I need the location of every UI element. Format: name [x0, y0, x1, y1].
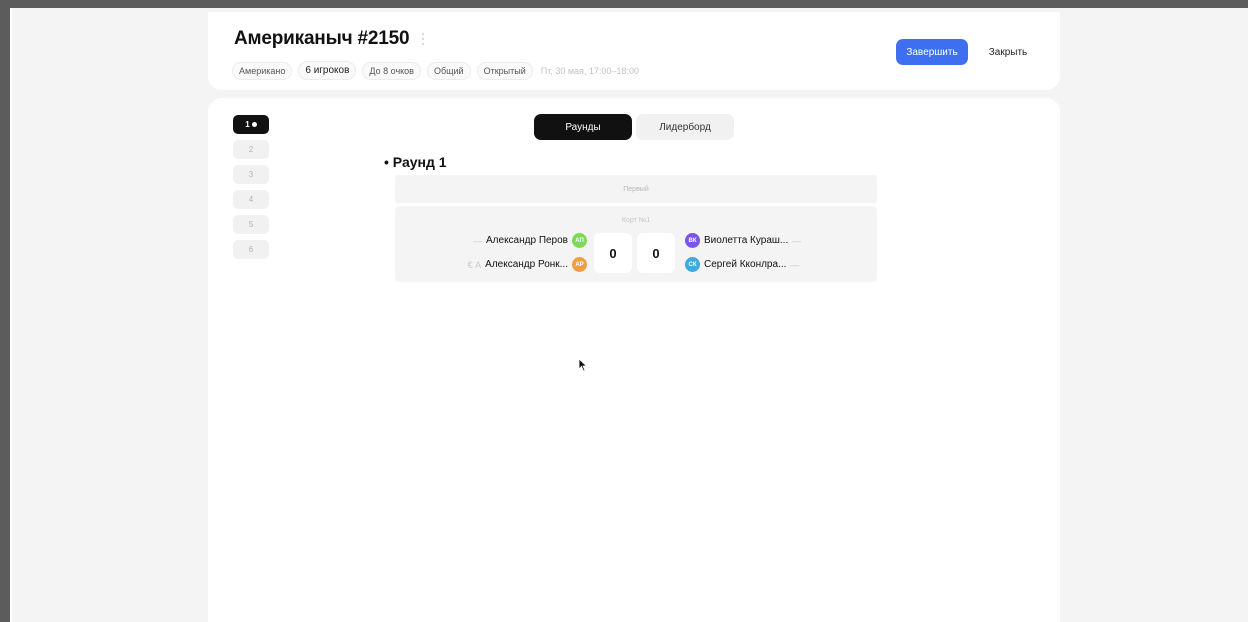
player-row[interactable]: — Александр Перов АП [473, 233, 587, 248]
player-row[interactable]: ВК Виолетта Кураш... — [685, 233, 801, 248]
round-nav: 1 2 3 4 5 6 [233, 115, 269, 259]
chip-type: Общий [426, 61, 471, 80]
avatar: АР [572, 257, 587, 272]
match-card: Корт №1 — Александр Перов АП € А Алексан… [395, 206, 877, 282]
round-button-6[interactable]: 6 [233, 240, 269, 259]
game-chips: Американо 6 игроков До 8 очков Общий Отк… [232, 61, 639, 80]
player-row[interactable]: € А Александр Ронк... АР [468, 257, 587, 272]
team-b: ВК Виолетта Кураш... — СК Сергей Кконлра… [685, 233, 801, 272]
player-mark: — [790, 259, 800, 270]
round-number: 1 [245, 120, 250, 129]
team-a: — Александр Перов АП € А Александр Ронк.… [468, 233, 587, 272]
round-title: • Раунд 1 [384, 154, 447, 170]
player-name: Виолетта Кураш... [704, 235, 789, 246]
player-row[interactable]: СК Сергей Кконлра... — [685, 257, 799, 272]
game-date: Пт, 30 мая, 17:00–18:00 [540, 65, 639, 76]
player-mark: € А [467, 259, 482, 270]
game-header: Американыч #2150 Американо 6 игроков До … [208, 12, 1060, 90]
score-team-b[interactable]: 0 [637, 233, 675, 273]
round-button-3[interactable]: 3 [233, 165, 269, 184]
chip-players: 6 игроков [298, 61, 357, 80]
finish-button[interactable]: Завершить [896, 39, 968, 65]
chip-points: До 8 очков [362, 61, 421, 80]
page-title: Американыч #2150 [234, 28, 410, 49]
window-top-border [0, 0, 1248, 8]
player-name: Александр Ронк... [485, 259, 568, 270]
score-team-a[interactable]: 0 [594, 233, 632, 273]
player-name: Сергей Кконлра... [704, 259, 787, 270]
rounds-panel: 1 2 3 4 5 6 Раунды Лидерборд • Раунд 1 П… [208, 98, 1060, 622]
tab-leaderboard[interactable]: Лидерборд [636, 114, 734, 140]
avatar: СК [685, 257, 700, 272]
current-dot-icon [251, 122, 257, 127]
avatar: ВК [685, 233, 700, 248]
player-mark: — [792, 235, 802, 246]
window-left-border [0, 8, 10, 622]
avatar: АП [572, 233, 587, 248]
court-group-header: Первый [395, 175, 877, 203]
chip-format: Американо [232, 61, 293, 80]
round-button-1[interactable]: 1 [233, 115, 269, 134]
more-icon[interactable] [422, 33, 425, 47]
tab-rounds[interactable]: Раунды [534, 114, 632, 140]
chip-access: Открытый [476, 61, 533, 80]
round-button-5[interactable]: 5 [233, 215, 269, 234]
close-button[interactable]: Закрыть [978, 39, 1038, 65]
mouse-cursor-icon [578, 358, 588, 372]
round-button-4[interactable]: 4 [233, 190, 269, 209]
view-tabs: Раунды Лидерборд [534, 114, 734, 140]
round-button-2[interactable]: 2 [233, 140, 269, 159]
player-name: Александр Перов [486, 235, 568, 246]
player-mark: — [473, 235, 482, 246]
court-label: Корт №1 [621, 217, 651, 224]
